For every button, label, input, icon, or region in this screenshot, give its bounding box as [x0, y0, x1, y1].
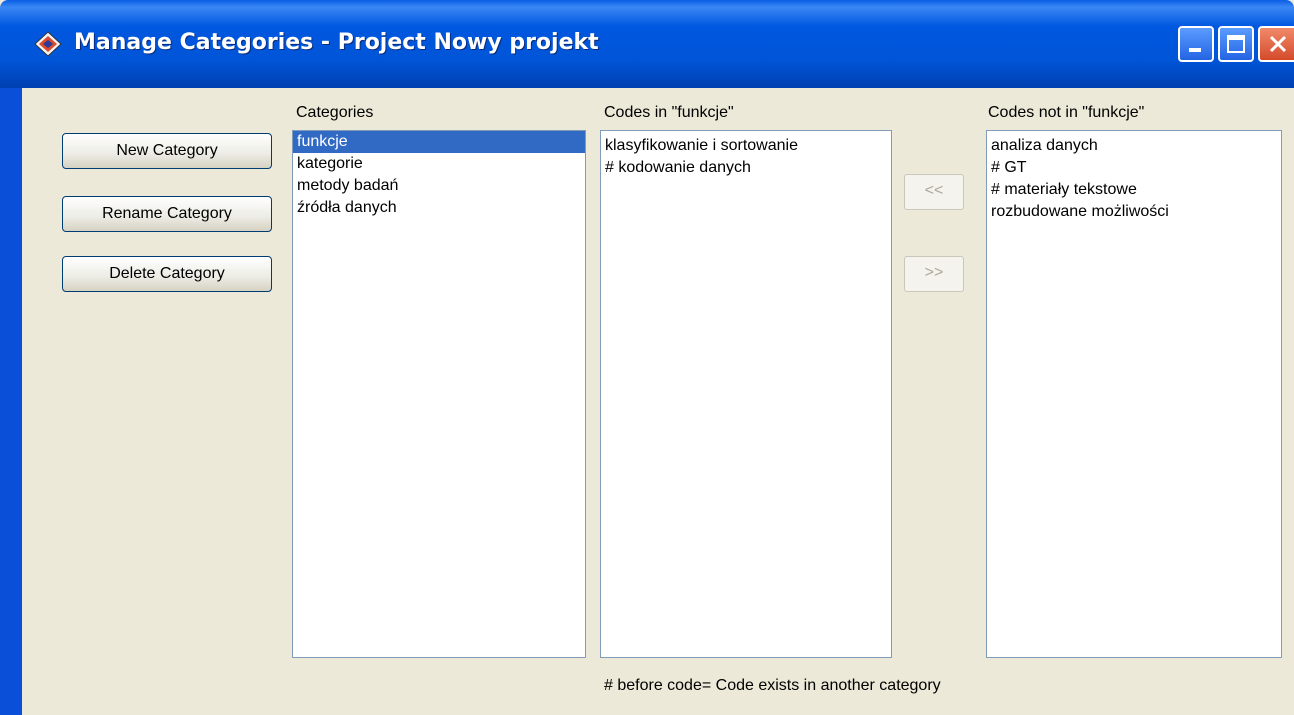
move-right-button[interactable]: >>	[904, 256, 964, 292]
diamond-app-icon	[34, 31, 62, 57]
codes-not-in-label: Codes not in "funkcje"	[988, 104, 1145, 121]
new-category-button[interactable]: New Category	[62, 133, 272, 169]
maximize-icon	[1227, 35, 1245, 53]
categories-label: Categories	[296, 104, 374, 121]
window-title: Manage Categories - Project Nowy projekt	[74, 30, 599, 55]
list-item[interactable]: klasyfikowanie i sortowanie	[601, 131, 891, 157]
list-item[interactable]: # kodowanie danych	[601, 157, 891, 179]
codes-not-in-listbox[interactable]: analiza danych # GT # materiały tekstowe…	[986, 130, 1282, 658]
maximize-button[interactable]	[1218, 26, 1254, 62]
move-left-button[interactable]: <<	[904, 174, 964, 210]
codes-in-listbox[interactable]: klasyfikowanie i sortowanie # kodowanie …	[600, 130, 892, 658]
delete-category-button[interactable]: Delete Category	[62, 256, 272, 292]
list-item[interactable]: # GT	[987, 157, 1281, 179]
close-button[interactable]	[1258, 26, 1294, 62]
codes-in-label: Codes in "funkcje"	[604, 104, 734, 121]
list-item[interactable]: kategorie	[293, 153, 585, 175]
minimize-icon	[1189, 48, 1201, 52]
manage-categories-window: Manage Categories - Project Nowy projekt…	[0, 0, 1294, 715]
dialog-content: New Category Rename Category Delete Cate…	[22, 88, 1294, 715]
list-item[interactable]: źródła danych	[293, 197, 585, 219]
window-border	[0, 88, 22, 715]
list-item[interactable]: analiza danych	[987, 131, 1281, 157]
title-bar[interactable]: Manage Categories - Project Nowy projekt	[0, 0, 1294, 88]
list-item[interactable]: funkcje	[293, 131, 585, 153]
list-item[interactable]: rozbudowane możliwości	[987, 201, 1281, 223]
close-icon	[1269, 35, 1287, 53]
footer-note: # before code= Code exists in another ca…	[604, 677, 941, 694]
list-item[interactable]: metody badań	[293, 175, 585, 197]
categories-listbox[interactable]: funkcje kategorie metody badań źródła da…	[292, 130, 586, 658]
rename-category-button[interactable]: Rename Category	[62, 196, 272, 232]
minimize-button[interactable]	[1178, 26, 1214, 62]
list-item[interactable]: # materiały tekstowe	[987, 179, 1281, 201]
